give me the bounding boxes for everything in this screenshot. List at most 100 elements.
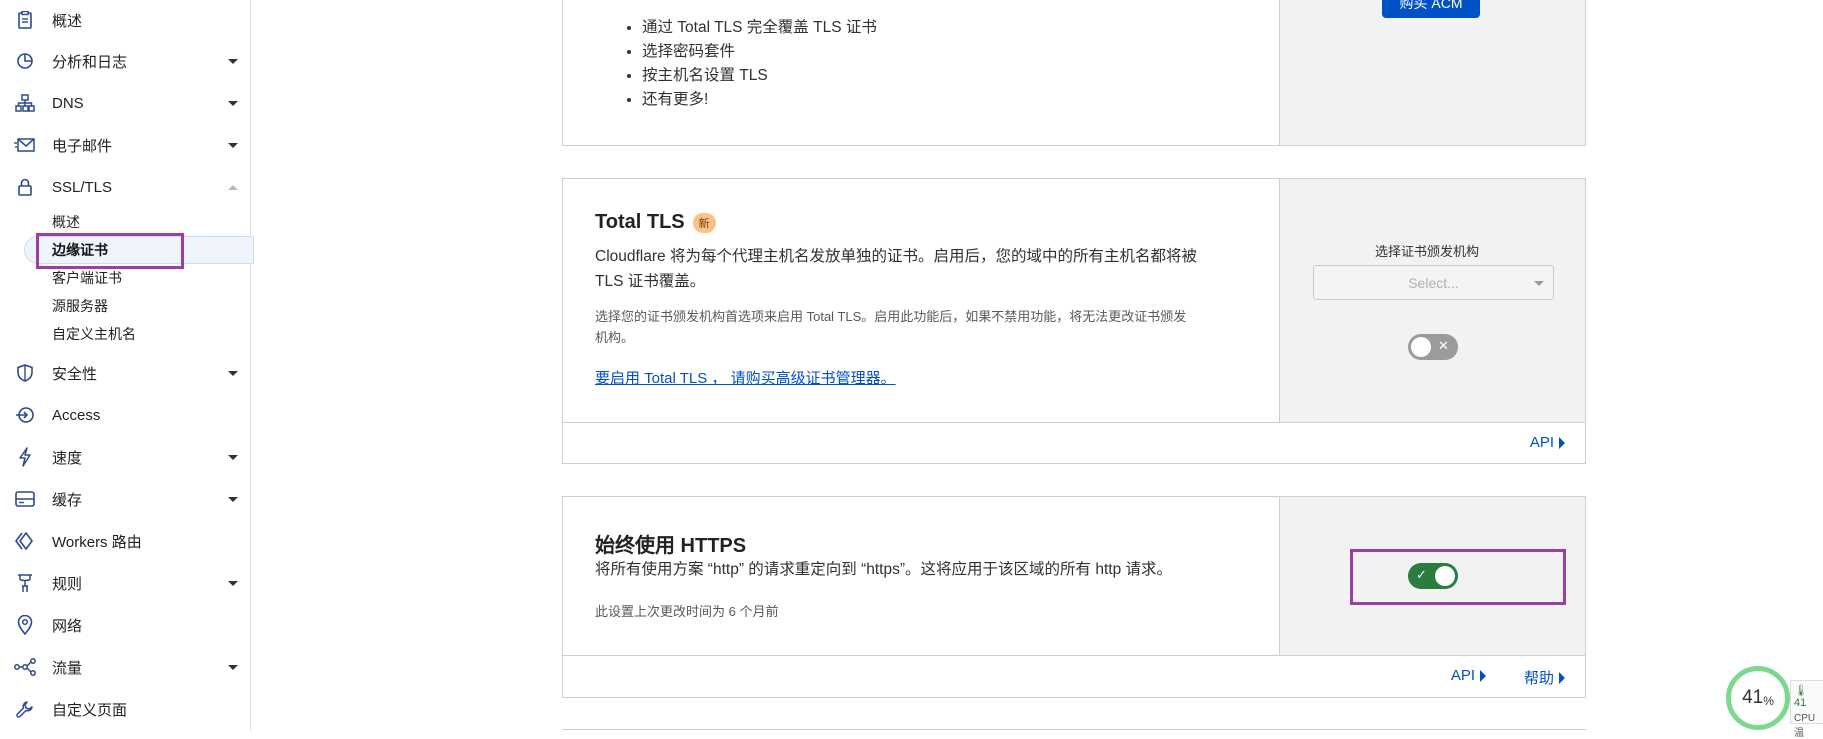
highlight-box-https-toggle <box>1350 549 1566 605</box>
wrench-icon <box>14 698 36 720</box>
list-item: 还有更多! <box>642 88 877 112</box>
api-label: API <box>1529 434 1554 451</box>
sidebar-item-cache[interactable]: 缓存 <box>0 484 251 514</box>
highlight-box-edge-certificates <box>36 233 184 269</box>
always-https-last-changed: 此设置上次更改时间为 6 个月前 <box>595 604 779 619</box>
sidebar-item-overview[interactable]: 概述 <box>0 5 251 35</box>
ssl-sub-origin-server[interactable]: 源服务器 <box>52 295 108 317</box>
description-line: Cloudflare 将为每个代理主机名发放单独的证书。启用后，您的域中的所有主… <box>595 248 1197 265</box>
ca-select-dropdown[interactable]: Select... <box>1313 265 1554 300</box>
access-icon <box>14 404 36 426</box>
sidebar-item-label: 电子邮件 <box>52 137 113 155</box>
ssl-sub-client-certificates[interactable]: 客户端证书 <box>52 267 122 289</box>
sidebar-item-security[interactable]: 安全性 <box>0 358 251 388</box>
always-https-help-link[interactable]: 帮助 <box>1524 667 1565 688</box>
sidebar-item-label: 规则 <box>52 575 83 593</box>
sidebar-item-access[interactable]: Access <box>0 400 251 430</box>
caret-right-icon <box>1480 669 1486 682</box>
buy-advanced-cert-manager-link[interactable]: 要启用 Total TLS ， 请购买高级证书管理器。 <box>595 367 896 388</box>
acm-card-right-panel <box>1279 0 1585 145</box>
sidebar-item-ssl-tls[interactable]: SSL/TLS <box>0 172 251 202</box>
list-item: 通过 Total TLS 完全覆盖 TLS 证书 <box>642 16 877 40</box>
cpu-usage-widget[interactable]: 41% <box>1726 666 1790 730</box>
note-line: 选择您的证书颁发机构首选项来启用 Total TLS。启用此功能后，如果不禁用功… <box>595 309 1187 324</box>
shield-icon <box>14 362 36 384</box>
sidebar-item-email[interactable]: 电子邮件 <box>0 130 251 160</box>
chevron-down-icon <box>228 142 238 148</box>
sidebar-item-label: 流量 <box>52 659 83 677</box>
sidebar-item-label: 概述 <box>52 12 83 30</box>
cpu-side-value: 41 <box>1794 697 1807 709</box>
total-tls-footer: API <box>563 422 1585 463</box>
sidebar-item-label: 缓存 <box>52 491 83 509</box>
chevron-down-icon <box>228 100 238 106</box>
sidebar-item-label: Access <box>52 406 101 424</box>
note-line: 机构。 <box>595 330 635 345</box>
lightning-icon <box>14 446 36 468</box>
ssl-sub-custom-hostnames[interactable]: 自定义主机名 <box>52 323 136 345</box>
caret-right-icon <box>1559 671 1565 684</box>
chevron-up-icon <box>228 184 238 190</box>
description-line: TLS 证书覆盖。 <box>595 273 706 290</box>
sidebar-item-traffic[interactable]: 流量 <box>0 652 251 682</box>
sidebar-item-label: 分析和日志 <box>52 53 128 71</box>
network-icon <box>14 92 36 114</box>
cpu-value: 41 <box>1742 687 1764 708</box>
buy-acm-button[interactable]: 购买 ACM <box>1382 0 1480 18</box>
sidebar: 概述 分析和日志 DNS 电子邮件 SSL/TLS 概述 边缘证书 客户端证书 … <box>0 0 254 731</box>
document-icon <box>14 9 36 31</box>
total-tls-card: 选择证书颁发机构 Select... ✕ Total TLS 新 Cloudfla… <box>562 178 1586 464</box>
total-tls-title-text: Total TLS <box>595 211 685 233</box>
always-https-description: 将所有使用方案 “http” 的请求重定向到 “https”。这将应用于该区域的… <box>595 561 1172 578</box>
sidebar-item-label: 网络 <box>52 617 83 635</box>
total-tls-right-panel: 选择证书颁发机构 Select... ✕ <box>1279 179 1585 423</box>
sidebar-item-label: Workers 路由 <box>52 533 142 551</box>
chevron-down-icon <box>228 454 238 460</box>
sidebar-item-label: 安全性 <box>52 365 98 383</box>
thermometer-icon: 🌡41 <box>1794 685 1808 709</box>
total-tls-toggle[interactable]: ✕ <box>1408 334 1458 360</box>
chevron-down-icon <box>228 496 238 502</box>
sidebar-item-dns[interactable]: DNS <box>0 88 251 118</box>
chevron-down-icon <box>228 664 238 670</box>
sidebar-item-label: 自定义页面 <box>52 701 128 719</box>
sidebar-item-custom-pages[interactable]: 自定义页面 <box>0 694 251 724</box>
help-label: 帮助 <box>1523 670 1554 687</box>
sidebar-item-network[interactable]: 网络 <box>0 610 251 640</box>
always-https-api-link[interactable]: API <box>1451 667 1486 684</box>
traffic-icon <box>14 656 36 678</box>
email-icon <box>14 134 36 156</box>
sidebar-item-rules[interactable]: 规则 <box>0 568 251 598</box>
cpu-side-label: CPU温 <box>1794 713 1816 739</box>
ssl-sub-overview[interactable]: 概述 <box>52 211 80 233</box>
chevron-down-icon <box>228 370 238 376</box>
acm-feature-list: 通过 Total TLS 完全覆盖 TLS 证书 选择密码套件 按主机名设置 T… <box>642 16 877 112</box>
total-tls-api-link[interactable]: API <box>1530 434 1565 451</box>
lock-icon <box>14 176 36 198</box>
list-item: 选择密码套件 <box>642 40 877 64</box>
chevron-down-icon <box>228 580 238 586</box>
sidebar-item-speed[interactable]: 速度 <box>0 442 251 472</box>
total-tls-description: Cloudflare 将为每个代理主机名发放单独的证书。启用后，您的域中的所有主… <box>595 244 1197 294</box>
cpu-unit: % <box>1763 694 1774 708</box>
total-tls-note: 选择您的证书颁发机构首选项来启用 Total TLS。启用此功能后，如果不禁用功… <box>595 306 1186 348</box>
always-https-title: 始终使用 HTTPS <box>595 535 747 557</box>
sidebar-item-label: DNS <box>52 94 84 112</box>
always-https-footer: API 帮助 <box>563 655 1585 697</box>
chevron-down-icon <box>228 58 238 64</box>
ca-select-label: 选择证书颁发机构 <box>1375 244 1480 259</box>
pie-chart-icon <box>14 50 36 72</box>
list-item: 按主机名设置 TLS <box>642 64 877 88</box>
api-label: API <box>1450 667 1475 684</box>
sidebar-item-workers-routes[interactable]: Workers 路由 <box>0 526 251 556</box>
cpu-side-panel: 🌡41 CPU温 <box>1790 680 1823 739</box>
new-badge: 新 <box>692 212 716 233</box>
ca-select-placeholder: Select... <box>1408 274 1459 291</box>
sidebar-item-analytics[interactable]: 分析和日志 <box>0 46 251 76</box>
chevron-down-icon <box>1534 281 1544 286</box>
location-pin-icon <box>14 614 36 636</box>
storage-icon <box>14 488 36 510</box>
sidebar-item-label: SSL/TLS <box>52 178 113 196</box>
total-tls-title: Total TLS 新 <box>595 211 716 234</box>
caret-right-icon <box>1559 436 1565 449</box>
